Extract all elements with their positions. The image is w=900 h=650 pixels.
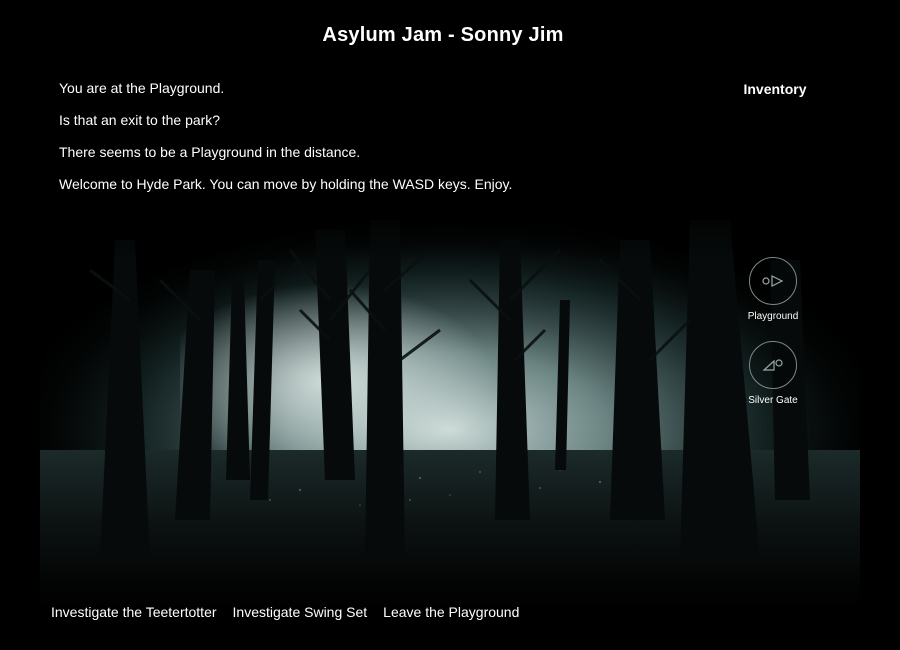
exit-label: Playground <box>747 311 799 322</box>
exit-label: Silver Gate <box>748 395 798 406</box>
exit-arrow-right-icon <box>749 257 797 305</box>
action-investigate-teetertotter[interactable]: Investigate the Teetertotter <box>51 604 217 620</box>
action-leave-playground[interactable]: Leave the Playground <box>383 604 519 620</box>
log-message: Is that an exit to the park? <box>59 112 221 128</box>
log-message: Welcome to Hyde Park. You can move by ho… <box>59 176 513 192</box>
log-message: You are at the Playground. <box>59 80 225 96</box>
exit-silver-gate-button[interactable]: Silver Gate <box>733 341 813 406</box>
action-bar: Investigate the Teetertotter Investigate… <box>51 604 519 620</box>
action-investigate-swing-set[interactable]: Investigate Swing Set <box>233 604 368 620</box>
message-log: You are at the Playground. Is that an ex… <box>59 79 659 207</box>
exit-arrow-left-icon <box>749 341 797 389</box>
log-message: There seems to be a Playground in the di… <box>59 144 361 160</box>
page-title: Asylum Jam - Sonny Jim <box>322 24 564 46</box>
exit-playground-button[interactable]: Playground <box>733 257 813 322</box>
inventory-title: Inventory <box>743 81 807 97</box>
